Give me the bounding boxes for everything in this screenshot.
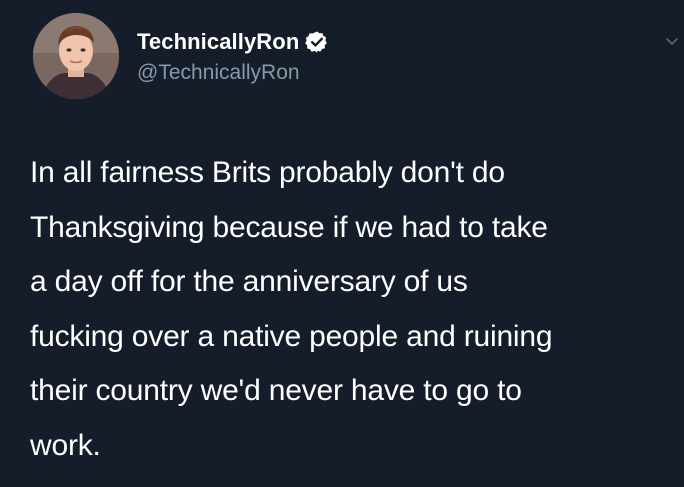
- verified-badge-icon: [305, 30, 329, 54]
- chevron-down-icon[interactable]: [664, 33, 680, 49]
- tweet-text: In all fairness Brits probably don't do …: [30, 156, 553, 462]
- author-name-row: TechnicallyRon: [137, 27, 329, 57]
- author-handle[interactable]: @TechnicallyRon: [137, 61, 300, 85]
- author-display-name[interactable]: TechnicallyRon: [137, 29, 299, 55]
- avatar[interactable]: [33, 13, 119, 99]
- avatar-image: [33, 13, 119, 99]
- tweet-card: TechnicallyRon @TechnicallyRon In all fa…: [0, 0, 684, 487]
